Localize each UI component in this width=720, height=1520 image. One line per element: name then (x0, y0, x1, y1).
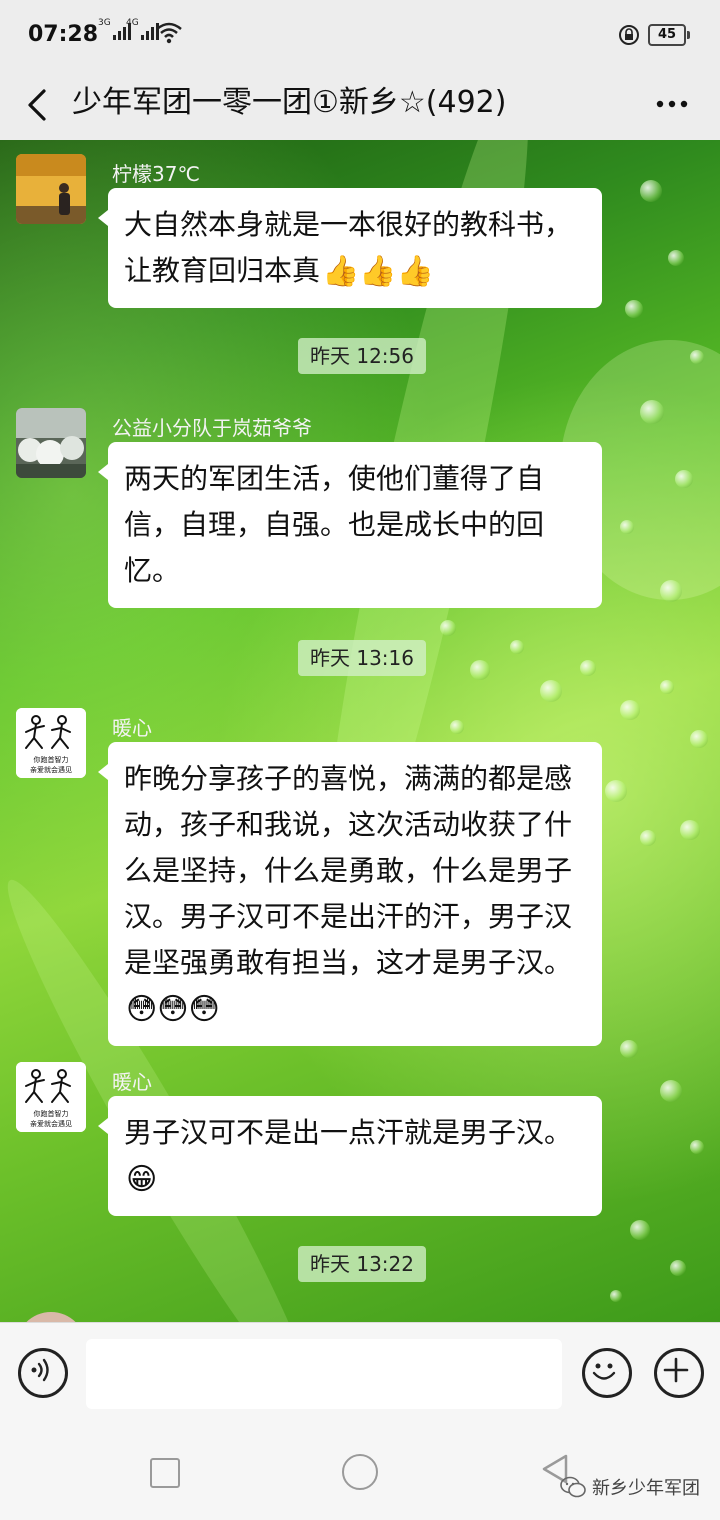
water-droplet (660, 580, 682, 602)
chevron-left-icon[interactable] (18, 82, 58, 128)
battery-icon: 45 (648, 24, 690, 46)
smiley-icon[interactable] (582, 1348, 632, 1398)
sender-name: 公益小分队于岚茹爷爷 (112, 416, 312, 440)
flushed-face-icon: 😳😳😳 (126, 992, 220, 1027)
water-droplet (440, 620, 456, 636)
water-droplet (675, 470, 693, 488)
water-droplet (630, 1220, 650, 1240)
avatar[interactable]: 你跑首智力 亲爱就会遇见 (16, 708, 86, 778)
network-type-4g: 4G (126, 18, 139, 28)
input-bar (0, 1322, 720, 1423)
timestamp: 昨天 13:16 (298, 640, 426, 676)
water-droplet (470, 660, 490, 680)
status-bar: 07:28 3G 4G 45 (0, 0, 720, 70)
avatar-caption-line-1: 你跑首智力 (34, 1109, 69, 1118)
message-text: 两天的军团生活，使他们董得了自信，自理，自强。也是成长中的回忆。 (124, 462, 545, 587)
avatar[interactable] (16, 408, 86, 478)
water-droplet (640, 830, 656, 846)
avatar-caption-line-2: 亲爱就会遇见 (30, 765, 72, 774)
sender-name: 暖心 (112, 1070, 152, 1094)
water-droplet (610, 1290, 622, 1302)
signal-4g-icon: 4G (126, 18, 159, 40)
battery-level: 45 (657, 27, 677, 42)
watermark-text: 新乡少年军团 (592, 1478, 700, 1499)
water-droplet (660, 680, 674, 694)
wifi-icon (156, 22, 182, 44)
thumbs-up-icon: 👍👍👍 (322, 254, 435, 289)
water-droplet (640, 180, 662, 202)
water-droplet (690, 730, 708, 748)
avatar-caption-line-2: 亲爱就会遇见 (30, 1119, 72, 1128)
water-droplet (620, 520, 634, 534)
status-time: 07:28 (28, 22, 99, 47)
chat-header: 少年军团一零一团①新乡☆(492) (0, 70, 720, 140)
system-nav-bar: 新乡少年军团 (0, 1422, 720, 1520)
water-droplet (680, 820, 700, 840)
message-text: 男子汉可不是出一点汗就是男子汉。 (124, 1116, 573, 1149)
avatar-caption-line-1: 你跑首智力 (34, 755, 69, 764)
message-bubble[interactable]: 昨晚分享孩子的喜悦，满满的都是感动，孩子和我说，这次活动收获了什么是坚持，什么是… (98, 742, 602, 1046)
water-droplet (450, 720, 464, 734)
water-droplet (640, 400, 664, 424)
water-droplet (620, 700, 640, 720)
home-button[interactable] (342, 1454, 378, 1490)
avatar[interactable]: 你跑首智力 亲爱就会遇见 (16, 1062, 86, 1132)
sender-name: 柠檬37℃ (112, 162, 200, 186)
water-droplet (540, 680, 562, 702)
timestamp: 昨天 12:56 (298, 338, 426, 374)
water-droplet (670, 1260, 686, 1276)
water-droplet (660, 1080, 682, 1102)
water-droplet (668, 250, 684, 266)
network-type-3g: 3G (98, 18, 111, 28)
more-horizontal-icon[interactable] (652, 84, 692, 124)
water-droplet (690, 1140, 704, 1154)
water-droplet (625, 300, 643, 318)
message-text: 昨晚分享孩子的喜悦，满满的都是感动，孩子和我说，这次活动收获了什么是坚持，什么是… (124, 762, 573, 979)
plus-circle-icon[interactable] (654, 1348, 704, 1398)
rotation-lock-icon (619, 25, 639, 45)
water-droplet (620, 1040, 638, 1058)
chat-title: 少年军团一零一团①新乡☆(492) (72, 85, 507, 120)
avatar[interactable] (16, 154, 86, 224)
recent-apps-button[interactable] (150, 1458, 180, 1488)
water-droplet (510, 640, 524, 654)
watermark: 新乡少年军团 (560, 1474, 700, 1500)
message-input[interactable] (86, 1339, 562, 1409)
water-droplet (580, 660, 596, 676)
message-bubble[interactable]: 大自然本身就是一本很好的教科书，让教育回归本真👍👍👍 (98, 188, 602, 308)
message-bubble[interactable]: 男子汉可不是出一点汗就是男子汉。 😁 (98, 1096, 602, 1216)
water-droplet (690, 350, 704, 364)
avatar[interactable] (16, 1312, 86, 1322)
message-bubble[interactable]: 两天的军团生活，使他们董得了自信，自理，自强。也是成长中的回忆。 (98, 442, 602, 608)
timestamp: 昨天 13:22 (298, 1246, 426, 1282)
grinning-face-icon: 😁 (126, 1162, 158, 1197)
wechat-logo-icon (560, 1476, 586, 1498)
water-droplet (605, 780, 627, 802)
chat-message-list[interactable]: 柠檬37℃ 大自然本身就是一本很好的教科书，让教育回归本真👍👍👍 昨天 12:5… (0, 140, 720, 1322)
sender-name: 暖心 (112, 716, 152, 740)
voice-icon[interactable] (18, 1348, 68, 1398)
